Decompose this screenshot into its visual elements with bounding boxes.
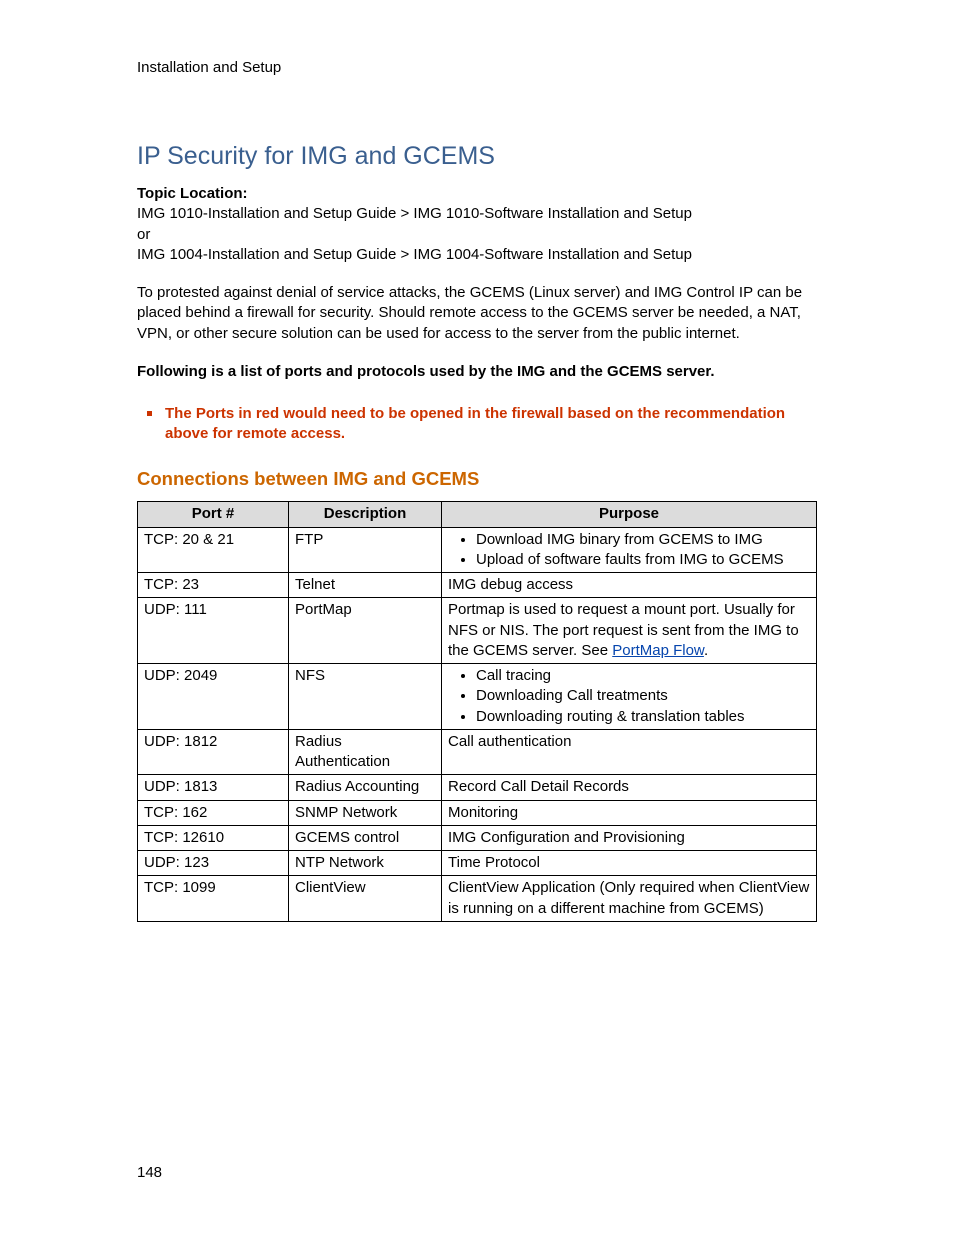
cell-purpose: Record Call Detail Records xyxy=(442,775,817,800)
purpose-item: Download IMG binary from GCEMS to IMG xyxy=(476,530,810,550)
table-row: TCP: 20 & 21 FTP Download IMG binary fro… xyxy=(138,527,817,573)
cell-port: UDP: 1812 xyxy=(138,729,289,775)
section-heading: Connections between IMG and GCEMS xyxy=(137,467,817,492)
cell-desc: Radius Accounting xyxy=(289,775,442,800)
table-row: UDP: 111 PortMap Portmap is used to requ… xyxy=(138,598,817,664)
cell-port: TCP: 1099 xyxy=(138,876,289,922)
cell-port: TCP: 12610 xyxy=(138,825,289,850)
purpose-item: Downloading routing & translation tables xyxy=(476,707,810,727)
cell-desc: PortMap xyxy=(289,598,442,664)
purpose-item: Call tracing xyxy=(476,666,810,686)
cell-port: TCP: 20 & 21 xyxy=(138,527,289,573)
cell-desc: NFS xyxy=(289,664,442,730)
table-row: TCP: 1099 ClientView ClientView Applicat… xyxy=(138,876,817,922)
cell-purpose: IMG Configuration and Provisioning xyxy=(442,825,817,850)
cell-purpose: ClientView Application (Only required wh… xyxy=(442,876,817,922)
cell-purpose: Time Protocol xyxy=(442,851,817,876)
table-row: TCP: 23 Telnet IMG debug access xyxy=(138,573,817,598)
topic-location-label: Topic Location: xyxy=(137,184,817,204)
cell-desc: NTP Network xyxy=(289,851,442,876)
cell-desc: GCEMS control xyxy=(289,825,442,850)
red-port-note: The Ports in red would need to be opened… xyxy=(137,404,817,445)
cell-desc: SNMP Network xyxy=(289,800,442,825)
th-purpose: Purpose xyxy=(442,502,817,527)
purpose-item: Downloading Call treatments xyxy=(476,686,810,706)
table-row: TCP: 12610 GCEMS control IMG Configurati… xyxy=(138,825,817,850)
cell-purpose: Portmap is used to request a mount port.… xyxy=(442,598,817,664)
cell-port: UDP: 2049 xyxy=(138,664,289,730)
table-row: UDP: 2049 NFS Call tracing Downloading C… xyxy=(138,664,817,730)
purpose-post: . xyxy=(704,642,708,659)
cell-port: TCP: 23 xyxy=(138,573,289,598)
topic-line-1: IMG 1010-Installation and Setup Guide > … xyxy=(137,205,692,222)
red-port-note-list: The Ports in red would need to be opened… xyxy=(137,404,817,445)
cell-port: UDP: 1813 xyxy=(138,775,289,800)
purpose-item: Upload of software faults from IMG to GC… xyxy=(476,550,810,570)
cell-purpose: Call authentication xyxy=(442,729,817,775)
topic-location-body: IMG 1010-Installation and Setup Guide > … xyxy=(137,204,817,265)
cell-purpose: Download IMG binary from GCEMS to IMG Up… xyxy=(442,527,817,573)
table-row: UDP: 1812 Radius Authentication Call aut… xyxy=(138,729,817,775)
topic-or: or xyxy=(137,226,150,243)
intro-paragraph: To protested against denial of service a… xyxy=(137,283,817,344)
th-port: Port # xyxy=(138,502,289,527)
th-desc: Description xyxy=(289,502,442,527)
cell-purpose: IMG debug access xyxy=(442,573,817,598)
following-paragraph: Following is a list of ports and protoco… xyxy=(137,362,817,382)
ports-table: Port # Description Purpose TCP: 20 & 21 … xyxy=(137,501,817,922)
cell-desc: Telnet xyxy=(289,573,442,598)
running-header: Installation and Setup xyxy=(137,58,817,78)
table-row: TCP: 162 SNMP Network Monitoring xyxy=(138,800,817,825)
page-number: 148 xyxy=(137,1163,162,1183)
cell-purpose: Monitoring xyxy=(442,800,817,825)
cell-desc: ClientView xyxy=(289,876,442,922)
cell-purpose: Call tracing Downloading Call treatments… xyxy=(442,664,817,730)
table-row: UDP: 123 NTP Network Time Protocol xyxy=(138,851,817,876)
table-row: UDP: 1813 Radius Accounting Record Call … xyxy=(138,775,817,800)
portmap-flow-link[interactable]: PortMap Flow xyxy=(612,642,704,659)
cell-port: UDP: 111 xyxy=(138,598,289,664)
cell-desc: FTP xyxy=(289,527,442,573)
cell-desc: Radius Authentication xyxy=(289,729,442,775)
topic-line-2: IMG 1004-Installation and Setup Guide > … xyxy=(137,246,692,263)
cell-port: UDP: 123 xyxy=(138,851,289,876)
page-title: IP Security for IMG and GCEMS xyxy=(137,140,817,174)
cell-port: TCP: 162 xyxy=(138,800,289,825)
